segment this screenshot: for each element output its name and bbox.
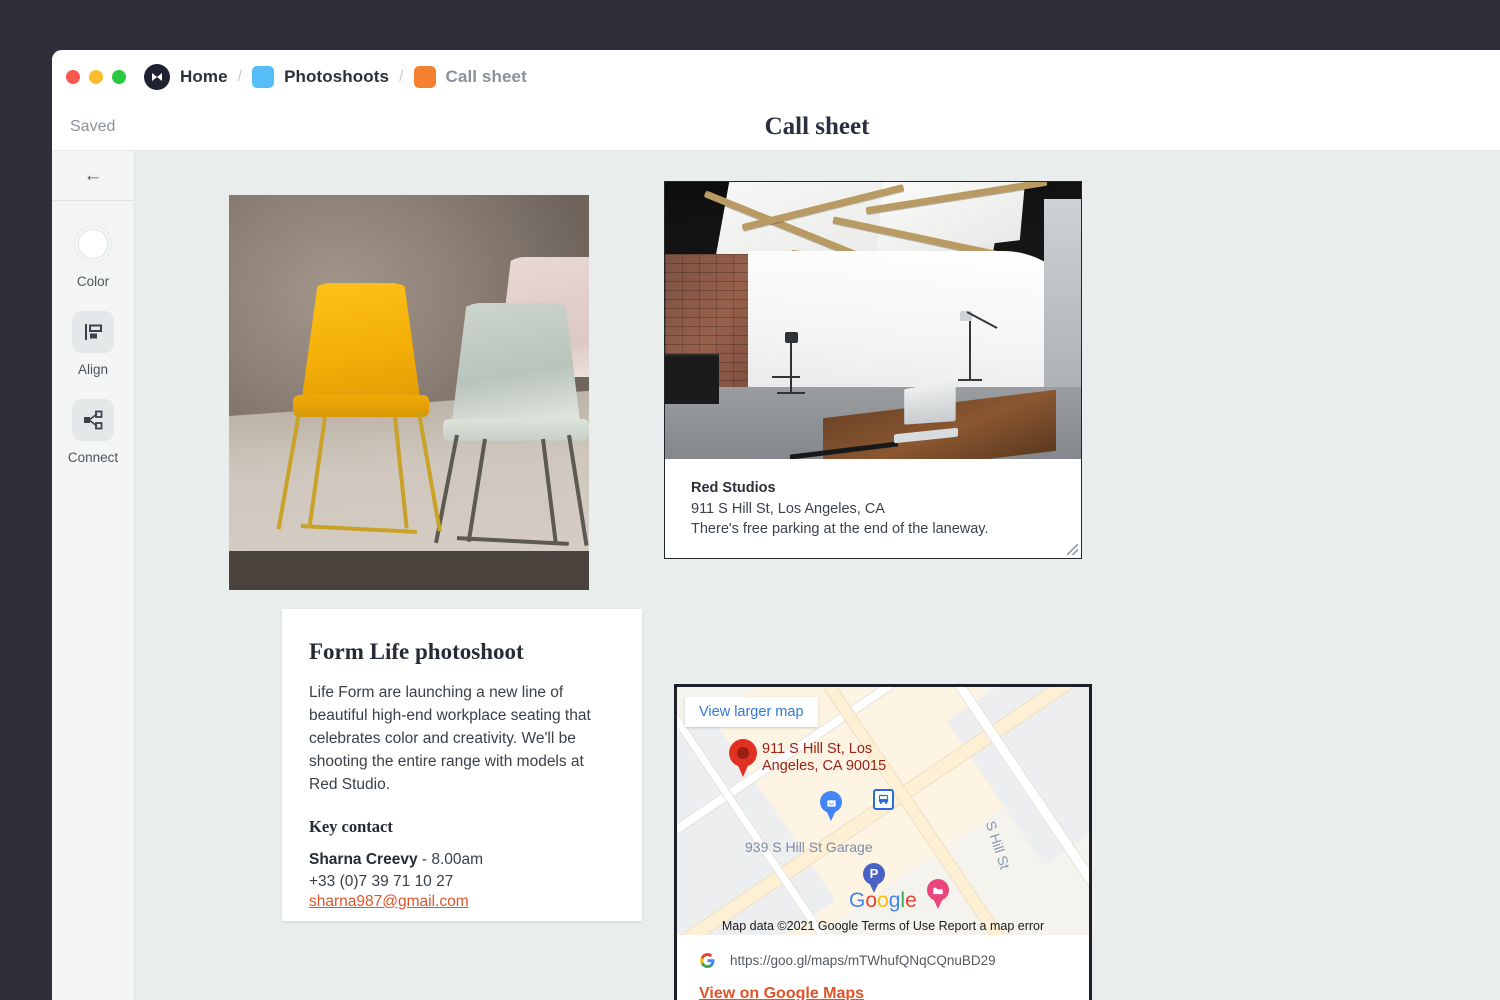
chair-green xyxy=(434,303,589,553)
shopping-bag-icon xyxy=(820,793,842,811)
document-header: Saved Call sheet xyxy=(52,104,1500,151)
chair-yellow xyxy=(276,283,442,543)
back-arrow-icon: ← xyxy=(83,164,103,186)
contact-name: Sharna Creevy xyxy=(309,850,418,868)
sidebar-item-connect[interactable]: Connect xyxy=(52,399,134,465)
view-on-google-maps-link[interactable]: View on Google Maps xyxy=(699,985,864,1000)
studio-address: 911 S Hill St, Los Angeles, CA xyxy=(691,501,885,517)
map-poi-shopping[interactable] xyxy=(820,791,842,821)
map-poi-hotel[interactable] xyxy=(927,879,949,909)
workspace: ← Color Align Connect Red Studios 911 S … xyxy=(52,151,1500,1000)
breadcrumb-separator-2: / xyxy=(399,68,404,85)
document-canvas[interactable]: Red Studios 911 S Hill St, Los Angeles, … xyxy=(135,151,1500,1000)
map-url-text: https://goo.gl/maps/mTWhufQNqCQnuBD29 xyxy=(730,953,996,968)
map-url-row: https://goo.gl/maps/mTWhufQNqCQnuBD29 xyxy=(677,935,1089,969)
chairs-photo[interactable] xyxy=(229,195,589,590)
map-card[interactable]: View larger map 911 S Hill St, Los Angel… xyxy=(674,684,1092,1000)
contact-name-row: Sharna Creevy - 8.00am xyxy=(309,849,615,871)
breadcrumb-separator: / xyxy=(237,68,243,85)
connect-icon xyxy=(72,399,114,441)
sidebar-back-button[interactable]: ← xyxy=(52,151,134,201)
studio-info: Red Studios 911 S Hill St, Los Angeles, … xyxy=(665,459,1081,558)
app-logo-icon xyxy=(144,64,170,90)
sidebar-item-label-connect: Connect xyxy=(67,450,119,465)
breadcrumb-item-home[interactable]: Home xyxy=(180,67,228,87)
sidebar-item-label-align: Align xyxy=(77,362,109,377)
maximize-window-button[interactable] xyxy=(112,70,126,84)
window-controls xyxy=(66,70,126,84)
map-pin-label: 911 S Hill St, Los Angeles, CA 90015 xyxy=(762,741,887,774)
breadcrumb: Home / Photoshoots / Call sheet xyxy=(144,64,527,90)
contact-email-link[interactable]: sharna987@gmail.com xyxy=(309,893,469,910)
studio-card[interactable]: Red Studios 911 S Hill St, Los Angeles, … xyxy=(664,181,1082,559)
bed-icon xyxy=(927,881,949,899)
color-circle-icon xyxy=(72,223,114,265)
title-bar: Home / Photoshoots / Call sheet xyxy=(52,50,1500,104)
map-attribution: Map data ©2021 Google Terms of Use Repor… xyxy=(721,919,1045,933)
text-card[interactable]: Form Life photoshoot Life Form are launc… xyxy=(282,609,642,921)
tripod-icon xyxy=(784,331,798,393)
photo-foreground xyxy=(229,550,589,590)
breadcrumb-swatch-call-sheet xyxy=(413,66,436,88)
parking-letter-icon: P xyxy=(869,866,879,881)
app-window: Home / Photoshoots / Call sheet Saved Ca… xyxy=(52,50,1500,1000)
align-icon xyxy=(72,311,114,353)
studio-name: Red Studios xyxy=(691,480,776,496)
google-map-embed[interactable]: View larger map 911 S Hill St, Los Angel… xyxy=(677,687,1089,935)
page-title: Call sheet xyxy=(764,113,870,140)
tool-sidebar: ← Color Align Connect xyxy=(52,151,135,1000)
contact-time: - 8.00am xyxy=(417,850,484,868)
studio-photo xyxy=(665,182,1081,459)
map-poi-bus-stop[interactable] xyxy=(873,789,894,810)
breadcrumb-item-call-sheet[interactable]: Call sheet xyxy=(446,67,527,87)
saved-status: Saved xyxy=(70,118,116,135)
minimize-window-button[interactable] xyxy=(89,70,103,84)
google-favicon-icon xyxy=(699,952,716,969)
close-window-button[interactable] xyxy=(66,70,80,84)
map-pin-destination[interactable] xyxy=(729,739,757,777)
resize-handle[interactable] xyxy=(1067,544,1078,555)
map-label-garage: 939 S Hill St Garage xyxy=(745,839,873,855)
sidebar-item-color[interactable]: Color xyxy=(52,223,134,289)
breadcrumb-item-photoshoots[interactable]: Photoshoots xyxy=(284,67,389,87)
sidebar-item-align[interactable]: Align xyxy=(52,311,134,377)
sidebar-item-label-color: Color xyxy=(76,274,110,289)
studio-note: There's free parking at the end of the l… xyxy=(691,520,989,537)
google-logo: Google xyxy=(849,889,917,912)
key-contact-heading: Key contact xyxy=(309,816,393,836)
text-card-heading: Form Life photoshoot xyxy=(309,639,524,664)
view-larger-map-button[interactable]: View larger map xyxy=(685,697,818,727)
light-stand-icon xyxy=(957,320,982,382)
text-card-body: Life Form are launching a new line of be… xyxy=(309,684,591,793)
breadcrumb-swatch-photoshoots xyxy=(252,66,275,88)
contact-phone: +33 (0)7 39 71 10 27 xyxy=(309,872,454,890)
